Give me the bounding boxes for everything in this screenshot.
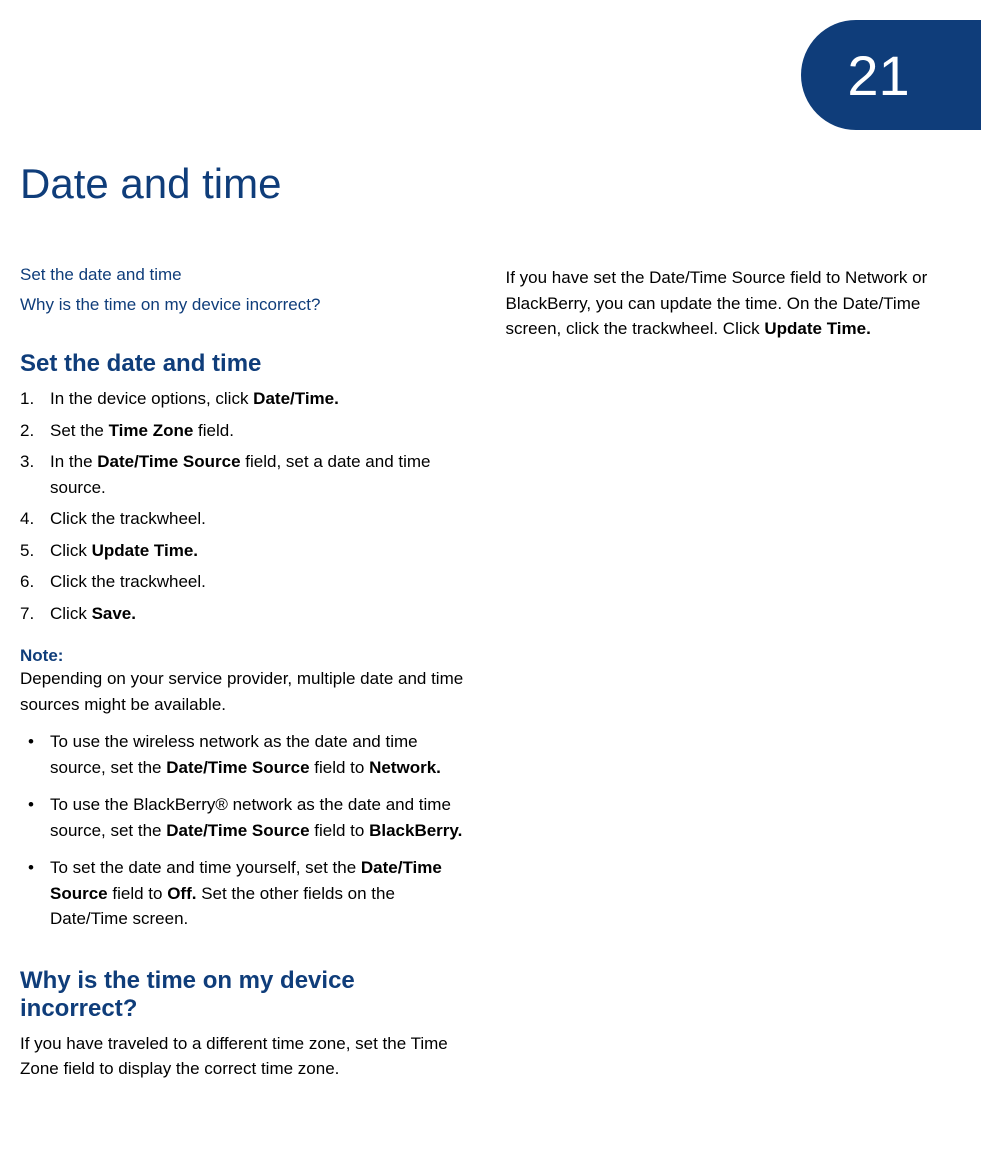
- bullet-3: To set the date and time yourself, set t…: [20, 855, 476, 932]
- bullet-text: field to: [310, 758, 370, 777]
- step-1: In the device options, click Date/Time.: [20, 386, 476, 412]
- col2-para: If you have set the Date/Time Source fie…: [506, 265, 962, 342]
- page-title: Date and time: [20, 160, 281, 208]
- bullet-1: To use the wireless network as the date …: [20, 729, 476, 780]
- step-6: Click the trackwheel.: [20, 569, 476, 595]
- chapter-number: 21: [847, 43, 909, 108]
- step-bold: Update Time.: [92, 541, 198, 560]
- content-area: Set the date and time Why is the time on…: [20, 265, 961, 1094]
- step-3: In the Date/Time Source field, set a dat…: [20, 449, 476, 500]
- step-bold: Date/Time Source: [97, 452, 240, 471]
- bullet-text: To set the date and time yourself, set t…: [50, 858, 361, 877]
- step-text: Click: [50, 541, 92, 560]
- step-5: Click Update Time.: [20, 538, 476, 564]
- chapter-badge: 21: [801, 20, 981, 130]
- bullet-list: To use the wireless network as the date …: [20, 729, 476, 932]
- col2-text-bold: Update Time.: [764, 319, 870, 338]
- note-text: Depending on your service provider, mult…: [20, 666, 476, 717]
- steps-list: In the device options, click Date/Time. …: [20, 386, 476, 626]
- step-bold: Save.: [92, 604, 136, 623]
- left-column: Set the date and time Why is the time on…: [20, 265, 476, 1094]
- bullet-text: field to: [108, 884, 168, 903]
- heading-set-date-time: Set the date and time: [20, 350, 476, 378]
- step-bold: Time Zone: [109, 421, 194, 440]
- step-4: Click the trackwheel.: [20, 506, 476, 532]
- bullet-bold: Network.: [369, 758, 441, 777]
- bullet-bold: Date/Time Source: [166, 758, 309, 777]
- bullet-bold: BlackBerry.: [369, 821, 462, 840]
- step-7: Click Save.: [20, 601, 476, 627]
- note-label: Note:: [20, 646, 476, 666]
- section2-para: If you have traveled to a different time…: [20, 1031, 476, 1082]
- bullet-text: field to: [310, 821, 370, 840]
- step-bold: Date/Time.: [253, 389, 339, 408]
- step-2: Set the Time Zone field.: [20, 418, 476, 444]
- toc-link-time-incorrect[interactable]: Why is the time on my device incorrect?: [20, 295, 476, 315]
- step-text: Click: [50, 604, 92, 623]
- step-text: In the device options, click: [50, 389, 253, 408]
- bullet-bold: Off.: [167, 884, 196, 903]
- heading-time-incorrect: Why is the time on my device incorrect?: [20, 967, 476, 1023]
- bullet-2: To use the BlackBerry® network as the da…: [20, 792, 476, 843]
- right-column: If you have set the Date/Time Source fie…: [506, 265, 962, 1094]
- toc-link-set-date[interactable]: Set the date and time: [20, 265, 476, 285]
- step-text: In the: [50, 452, 97, 471]
- bullet-bold: Date/Time Source: [166, 821, 309, 840]
- step-text: field.: [193, 421, 234, 440]
- step-text: Set the: [50, 421, 109, 440]
